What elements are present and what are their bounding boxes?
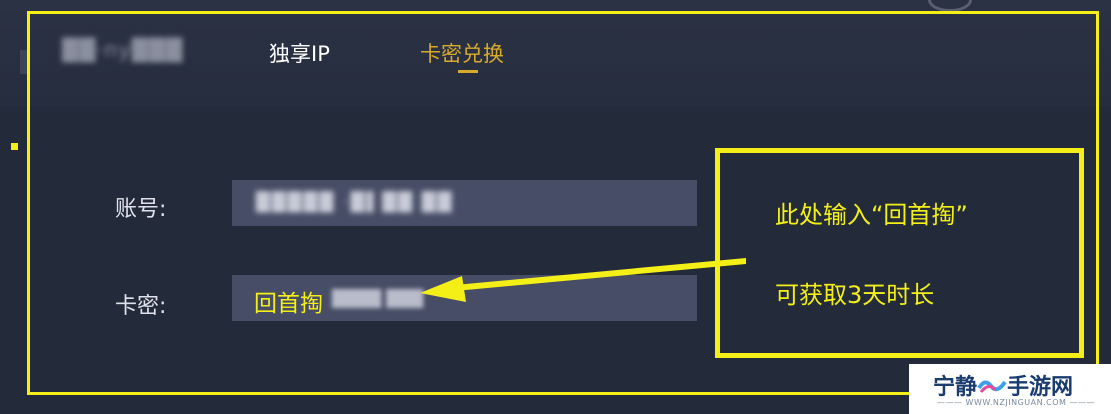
watermark-url: ——— WWW.NZJINGUAN.COM ———	[937, 398, 1095, 407]
app-window: ██·ny███ 独享IP 卡密兑换 账号: █████ ·█▌██ ██ 卡密…	[0, 0, 1111, 414]
watermark: 宁静 手游网 ——— WWW.NZJINGUAN.COM ———	[909, 364, 1111, 414]
watermark-title: 宁静 手游网	[933, 369, 1073, 401]
watermark-logo-icon	[977, 380, 1007, 393]
highlight-frame	[27, 11, 1099, 395]
watermark-name-right: 手游网	[1007, 375, 1074, 400]
watermark-name-left: 宁静	[933, 375, 978, 400]
